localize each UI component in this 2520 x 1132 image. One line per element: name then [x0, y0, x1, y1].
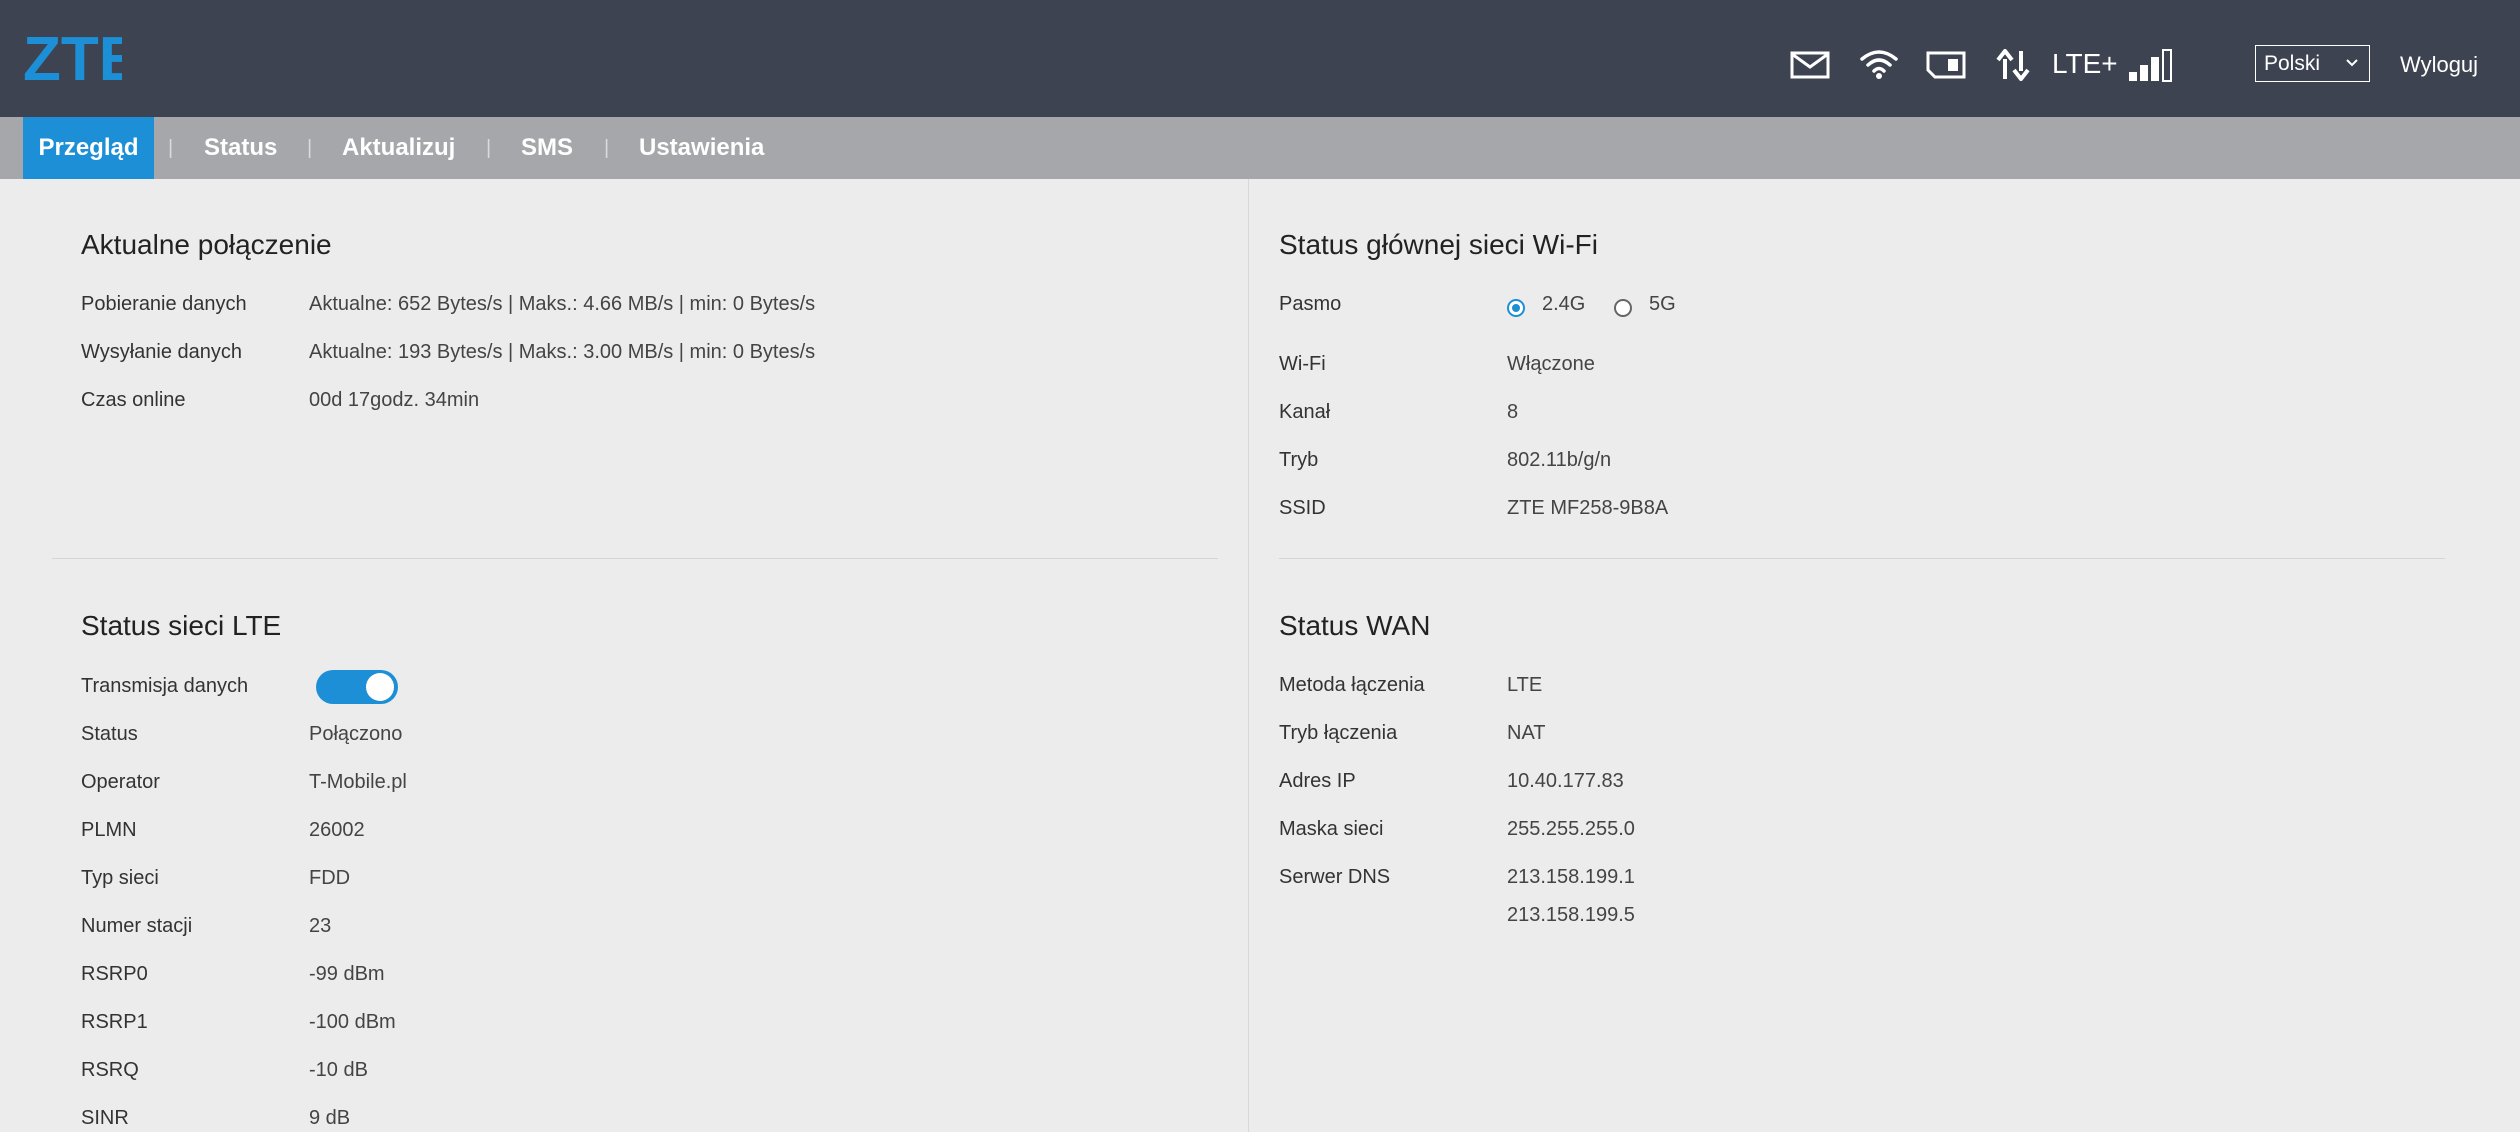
sinr-label: SINR	[81, 1107, 129, 1129]
ip-address-value: 10.40.177.83	[1507, 770, 1624, 792]
signal-icon	[2129, 49, 2172, 82]
network-type-label: LTE+	[2052, 48, 2118, 79]
rsrq-label: RSRQ	[81, 1059, 139, 1081]
tab-sms[interactable]: SMS	[521, 117, 573, 179]
nav-separator: |	[307, 137, 313, 159]
toggle-knob	[366, 673, 394, 701]
zte-logo: ZTE	[23, 30, 122, 88]
netmask-label: Maska sieci	[1279, 818, 1384, 840]
current-connection-title: Aktualne połączenie	[81, 229, 332, 260]
nav-separator: |	[168, 137, 174, 159]
wifi-value: Włączone	[1507, 353, 1595, 375]
tab-status[interactable]: Status	[204, 117, 277, 179]
column-divider	[1248, 179, 1249, 1132]
nav-separator: |	[604, 137, 610, 159]
tab-settings[interactable]: Ustawienia	[639, 117, 764, 179]
data-transmission-toggle[interactable]	[316, 670, 398, 704]
online-time-value: 00d 17godz. 34min	[309, 389, 480, 411]
band-5g-label: 5G	[1649, 293, 1676, 315]
language-select[interactable]: Polski	[2255, 45, 2370, 82]
sim-card-icon	[1926, 51, 1966, 79]
wifi-status-title: Status głównej sieci Wi-Fi	[1279, 229, 1598, 260]
download-value: Aktualne: 652 Bytes/s | Maks.: 4.66 MB/s…	[309, 293, 816, 315]
wan-status-title: Status WAN	[1279, 610, 1431, 641]
sinr-value: 9 dB	[309, 1107, 351, 1129]
envelope-icon[interactable]	[1790, 51, 1830, 79]
nav-separator: |	[486, 137, 492, 159]
upload-value: Aktualne: 193 Bytes/s | Maks.: 3.00 MB/s…	[309, 341, 816, 363]
network-type-row-value: FDD	[309, 867, 351, 889]
top-header: ZTE LTE+ Polski Wyloguj	[0, 0, 2520, 117]
mode-value: 802.11b/g/n	[1507, 449, 1612, 471]
logout-button[interactable]: Wyloguj	[2400, 52, 2478, 78]
wifi-icon	[1860, 50, 1898, 79]
operator-value: T-Mobile.pl	[309, 771, 407, 793]
ssid-value: ZTE MF258-9B8A	[1507, 497, 1669, 519]
svg-text:ZTE: ZTE	[23, 30, 122, 88]
mode-label: Tryb	[1279, 449, 1319, 471]
ssid-label: SSID	[1279, 497, 1326, 519]
channel-label: Kanał	[1279, 401, 1331, 423]
rsrq-value: -10 dB	[309, 1059, 368, 1081]
band-2-4g-radio[interactable]	[1507, 299, 1525, 317]
plmn-value: 26002	[309, 819, 365, 841]
station-number-value: 23	[309, 915, 332, 937]
dns-primary-value: 213.158.199.1	[1507, 866, 1635, 888]
chevron-down-icon	[2346, 59, 2358, 67]
connection-method-value: LTE	[1507, 674, 1543, 696]
channel-value: 8	[1507, 401, 1519, 423]
data-transfer-icon	[1996, 49, 2030, 81]
band-2-4g-label: 2.4G	[1542, 293, 1586, 315]
lte-status-title: Status sieci LTE	[81, 610, 282, 641]
connection-mode-label: Tryb łączenia	[1279, 722, 1398, 744]
netmask-value: 255.255.255.0	[1507, 818, 1635, 840]
plmn-label: PLMN	[81, 819, 137, 841]
rsrp1-label: RSRP1	[81, 1011, 148, 1033]
connection-method-label: Metoda łączenia	[1279, 674, 1425, 696]
data-transmission-label: Transmisja danych	[81, 675, 249, 697]
language-select-value: Polski	[2264, 52, 2321, 75]
rsrp1-value: -100 dBm	[309, 1011, 396, 1033]
rsrp0-label: RSRP0	[81, 963, 148, 985]
tab-overview[interactable]: Przegląd	[23, 117, 154, 179]
main-nav: Przegląd | Status | Aktualizuj | SMS | U…	[0, 117, 2520, 179]
band-5g-radio[interactable]	[1614, 299, 1632, 317]
online-time-label: Czas online	[81, 389, 186, 411]
station-number-label: Numer stacji	[81, 915, 193, 937]
band-label: Pasmo	[1279, 293, 1342, 315]
download-label: Pobieranie danych	[81, 293, 247, 315]
ip-address-label: Adres IP	[1279, 770, 1356, 792]
dns-secondary-value: 213.158.199.5	[1507, 904, 1635, 926]
tab-update[interactable]: Aktualizuj	[342, 117, 455, 179]
connection-mode-value: NAT	[1507, 722, 1546, 744]
dns-server-label: Serwer DNS	[1279, 866, 1391, 888]
wifi-label: Wi-Fi	[1279, 353, 1326, 375]
lte-status-label: Status	[81, 723, 138, 745]
section-divider-left	[52, 558, 1218, 559]
section-divider-right	[1279, 558, 2445, 559]
rsrp0-value: -99 dBm	[309, 963, 385, 985]
network-type-row-label: Typ sieci	[81, 867, 159, 889]
operator-label: Operator	[81, 771, 160, 793]
upload-label: Wysyłanie danych	[81, 341, 243, 363]
lte-status-value: Połączono	[309, 723, 403, 745]
